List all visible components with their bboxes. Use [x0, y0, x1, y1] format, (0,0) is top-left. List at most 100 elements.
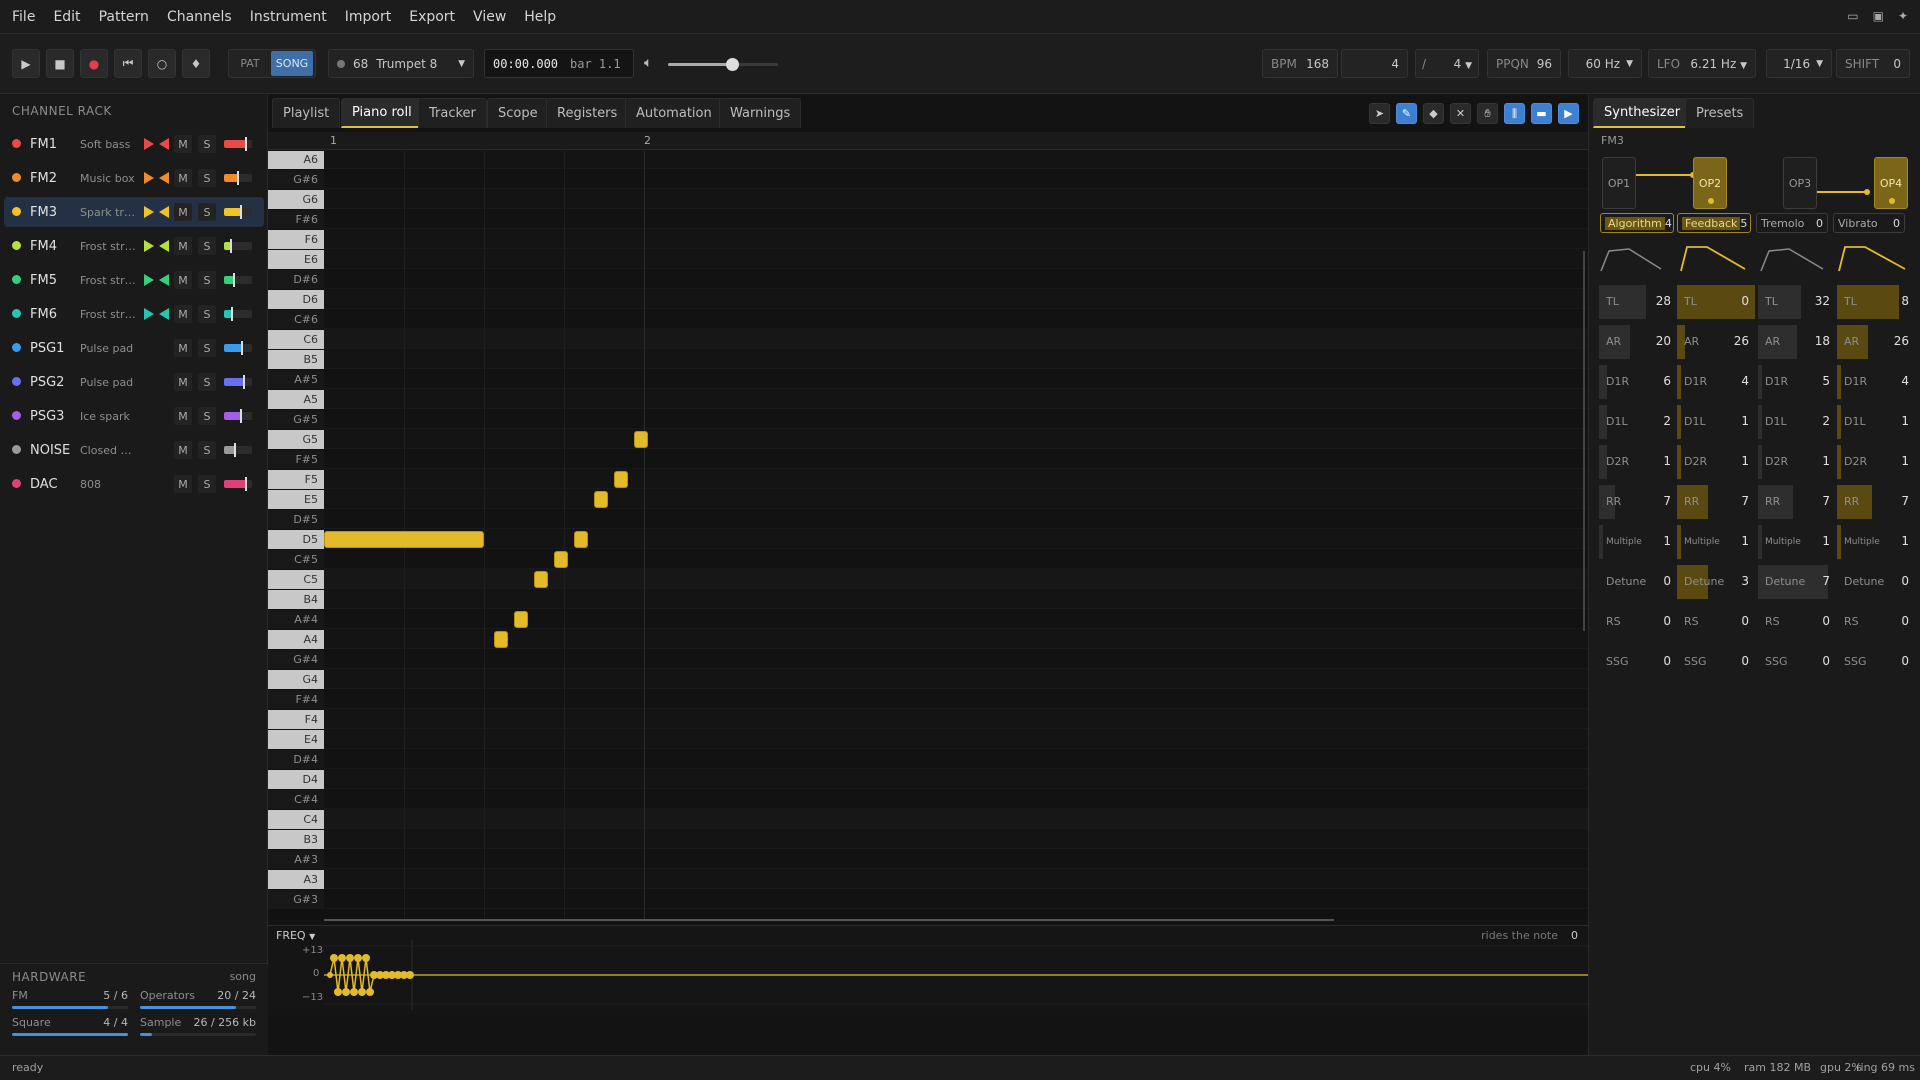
- op1-button[interactable]: OP1: [1602, 157, 1636, 209]
- tab-warnings[interactable]: Warnings: [719, 98, 802, 128]
- piano-key[interactable]: F#4: [268, 690, 324, 709]
- instrument-select[interactable]: 68 Trumpet 8 ▼: [328, 49, 474, 78]
- param-d2r-op1[interactable]: D2R 1: [1599, 445, 1677, 479]
- channel-level-meter[interactable]: [224, 205, 252, 219]
- channel-row[interactable]: FM6 Frost strings MS: [4, 299, 264, 329]
- solo-button[interactable]: S: [198, 135, 216, 153]
- grid-toggle-button[interactable]: ⫼: [1504, 103, 1525, 124]
- shift-field[interactable]: SHIFT 0: [1836, 49, 1910, 78]
- channel-level-meter[interactable]: [224, 375, 252, 389]
- send-right-icon[interactable]: [144, 274, 154, 286]
- note[interactable]: [554, 551, 568, 568]
- param-detune-op1[interactable]: Detune 0: [1599, 565, 1677, 599]
- note[interactable]: [514, 611, 528, 628]
- channel-level-meter[interactable]: [224, 477, 252, 491]
- note[interactable]: [634, 431, 648, 448]
- param-tl-op3[interactable]: TL 32: [1758, 285, 1836, 319]
- menu-channels[interactable]: Channels: [158, 9, 241, 25]
- piano-key[interactable]: D4: [268, 770, 324, 789]
- send-right-icon[interactable]: [144, 206, 154, 218]
- channel-row[interactable]: PSG3 Ice spark M S: [4, 401, 264, 431]
- piano-key[interactable]: D#4: [268, 750, 324, 769]
- freq-lane-select[interactable]: FREQ ▼: [276, 929, 315, 942]
- param-rr-op2[interactable]: RR 7: [1677, 485, 1755, 519]
- param-rr-op4[interactable]: RR 7: [1837, 485, 1915, 519]
- solo-button[interactable]: S: [198, 373, 216, 391]
- solo-button[interactable]: S: [198, 169, 216, 187]
- op3-button[interactable]: OP3: [1783, 157, 1817, 209]
- bpm-field[interactable]: BPM 168: [1262, 49, 1338, 78]
- piano-key[interactable]: E4: [268, 730, 324, 749]
- master-volume-slider[interactable]: [668, 58, 778, 71]
- send-left-icon[interactable]: [159, 274, 169, 286]
- param-detune-op2[interactable]: Detune 3: [1677, 565, 1755, 599]
- param-d1r-op2[interactable]: D1R 4: [1677, 365, 1755, 399]
- menu-pattern[interactable]: Pattern: [90, 9, 158, 25]
- param-d2r-op3[interactable]: D2R 1: [1758, 445, 1836, 479]
- volume-knob[interactable]: [725, 58, 739, 71]
- param-d1r-op3[interactable]: D1R 5: [1758, 365, 1836, 399]
- solo-button[interactable]: S: [198, 407, 216, 425]
- select-tool-button[interactable]: ➤: [1369, 103, 1390, 124]
- param-multiple-op1[interactable]: Multiple 1: [1599, 525, 1677, 559]
- menu-file[interactable]: File: [0, 9, 44, 25]
- channel-row[interactable]: PSG2 Pulse pad M S: [4, 367, 264, 397]
- piano-key[interactable]: C#5: [268, 550, 324, 569]
- menu-view[interactable]: View: [464, 9, 515, 25]
- erase-tool-button[interactable]: ◆: [1423, 103, 1444, 124]
- channel-row[interactable]: FM5 Frost strings MS: [4, 265, 264, 295]
- piano-key[interactable]: F5: [268, 470, 324, 489]
- metronome-button[interactable]: ♦: [182, 49, 210, 78]
- lfo-select[interactable]: LFO 6.21 Hz ▼: [1648, 49, 1756, 78]
- send-right-icon[interactable]: [144, 240, 154, 252]
- folder-icon[interactable]: ▭: [1847, 9, 1858, 23]
- pan-tool-button[interactable]: ✋︎: [1477, 103, 1498, 124]
- legato-toggle-button[interactable]: ▬: [1531, 103, 1552, 124]
- piano-key[interactable]: B3: [268, 830, 324, 849]
- tab-scope[interactable]: Scope: [487, 98, 549, 128]
- send-right-icon[interactable]: [144, 172, 154, 184]
- param-ssg-op1[interactable]: SSG 0: [1599, 645, 1677, 679]
- channel-level-meter[interactable]: [224, 137, 252, 151]
- song-mode-button[interactable]: SONG: [271, 51, 313, 76]
- param-rs-op4[interactable]: RS 0: [1837, 605, 1915, 639]
- vibrato-field[interactable]: Vibrato 0: [1833, 213, 1905, 233]
- menu-export[interactable]: Export: [400, 9, 464, 25]
- piano-key[interactable]: C#4: [268, 790, 324, 809]
- piano-key[interactable]: A#3: [268, 850, 324, 869]
- tab-presets[interactable]: Presets: [1685, 98, 1755, 128]
- param-rs-op3[interactable]: RS 0: [1758, 605, 1836, 639]
- snap-select[interactable]: 1/16 ▼: [1766, 49, 1832, 78]
- solo-button[interactable]: S: [198, 271, 216, 289]
- menu-edit[interactable]: Edit: [44, 9, 89, 25]
- op2-button[interactable]: OP2: [1693, 157, 1727, 209]
- piano-key[interactable]: G6: [268, 190, 324, 209]
- solo-button[interactable]: S: [198, 237, 216, 255]
- menu-instrument[interactable]: Instrument: [241, 9, 336, 25]
- channel-level-meter[interactable]: [224, 171, 252, 185]
- channel-level-meter[interactable]: [224, 341, 252, 355]
- note[interactable]: [324, 531, 484, 548]
- piano-key[interactable]: F6: [268, 230, 324, 249]
- channel-row[interactable]: FM4 Frost strings MS: [4, 231, 264, 261]
- param-ar-op1[interactable]: AR 20: [1599, 325, 1677, 359]
- rate-select[interactable]: 60 Hz ▼: [1568, 49, 1642, 78]
- param-d2r-op2[interactable]: D2R 1: [1677, 445, 1755, 479]
- settings-icon[interactable]: ✦: [1898, 9, 1908, 23]
- param-rs-op1[interactable]: RS 0: [1599, 605, 1677, 639]
- piano-key[interactable]: B4: [268, 590, 324, 609]
- param-ar-op4[interactable]: AR 26: [1837, 325, 1915, 359]
- tab-playlist[interactable]: Playlist: [272, 98, 341, 128]
- piano-key[interactable]: A4: [268, 630, 324, 649]
- channel-level-meter[interactable]: [224, 443, 252, 457]
- param-ar-op3[interactable]: AR 18: [1758, 325, 1836, 359]
- draw-tool-button[interactable]: ✎: [1396, 103, 1417, 124]
- param-d1l-op4[interactable]: D1L 1: [1837, 405, 1915, 439]
- freq-curve[interactable]: [324, 940, 1588, 1010]
- piano-key[interactable]: C6: [268, 330, 324, 349]
- piano-key[interactable]: G#6: [268, 170, 324, 189]
- param-multiple-op3[interactable]: Multiple 1: [1758, 525, 1836, 559]
- solo-button[interactable]: S: [198, 441, 216, 459]
- param-d1l-op2[interactable]: D1L 1: [1677, 405, 1755, 439]
- send-right-icon[interactable]: [144, 138, 154, 150]
